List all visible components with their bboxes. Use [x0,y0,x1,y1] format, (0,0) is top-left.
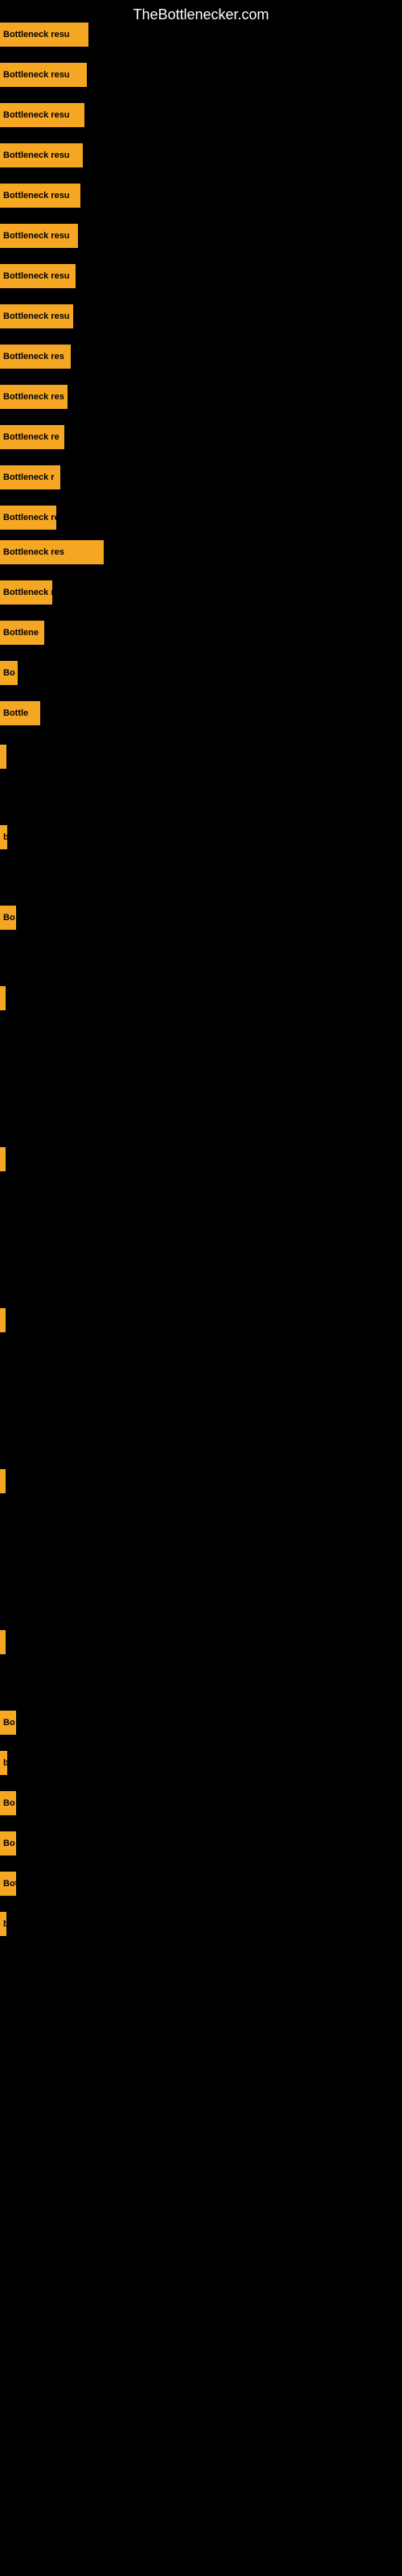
bar-item-25 [0,1630,6,1654]
bar-label-28: Bo [3,1798,15,1808]
bar-item-5: Bottleneck resu [0,224,78,248]
bar-item-10: Bottleneck re [0,425,64,449]
bar-label-5: Bottleneck resu [3,231,70,241]
bar-item-13: Bottleneck res [0,540,104,564]
bar-label-29: Bo [3,1839,15,1848]
bar-item-21 [0,986,6,1010]
bar-item-8: Bottleneck res [0,345,71,369]
bar-item-4: Bottleneck resu [0,184,80,208]
bar-label-6: Bottleneck resu [3,271,70,281]
bar-item-30: Bot [0,1872,16,1896]
bar-item-27: b [0,1751,7,1775]
bar-label-26: Bo [3,1718,15,1728]
bar-label-27: b [3,1758,7,1768]
bar-item-16: Bo [0,661,18,685]
bar-label-14: Bottleneck n [3,588,52,597]
bar-item-0: Bottleneck resu [0,23,88,47]
bar-label-30: Bot [3,1879,16,1889]
bar-item-19: b [0,825,7,849]
bar-item-17: Bottle [0,701,40,725]
bar-label-9: Bottleneck res [3,392,64,402]
bar-item-29: Bo [0,1831,16,1856]
bar-label-19: b [3,832,7,842]
bar-item-12: Bottleneck re [0,506,56,530]
bar-item-11: Bottleneck r [0,465,60,489]
bar-item-31: b [0,1912,6,1936]
bar-item-14: Bottleneck n [0,580,52,605]
bar-label-15: Bottlene [3,628,39,638]
bar-item-6: Bottleneck resu [0,264,76,288]
bar-item-20: Bo [0,906,16,930]
bar-label-12: Bottleneck re [3,513,56,522]
bar-label-13: Bottleneck res [3,547,64,557]
bar-label-10: Bottleneck re [3,432,59,442]
bar-item-22 [0,1147,6,1171]
bar-label-17: Bottle [3,708,28,718]
bar-label-7: Bottleneck resu [3,312,70,321]
bar-item-24 [0,1469,6,1493]
bar-label-4: Bottleneck resu [3,191,70,200]
bar-item-28: Bo [0,1791,16,1815]
bar-item-18 [0,745,6,769]
bar-item-7: Bottleneck resu [0,304,73,328]
bar-item-15: Bottlene [0,621,44,645]
bar-item-23 [0,1308,6,1332]
bar-item-26: Bo [0,1711,16,1735]
bar-item-9: Bottleneck res [0,385,68,409]
bar-label-2: Bottleneck resu [3,110,70,120]
bar-label-20: Bo [3,913,15,923]
bar-item-3: Bottleneck resu [0,143,83,167]
bar-item-2: Bottleneck resu [0,103,84,127]
bar-label-1: Bottleneck resu [3,70,70,80]
bar-label-3: Bottleneck resu [3,151,70,160]
bar-label-11: Bottleneck r [3,473,55,482]
bar-label-16: Bo [3,668,15,678]
bar-label-8: Bottleneck res [3,352,64,361]
bar-label-31: b [3,1919,6,1929]
bar-label-0: Bottleneck resu [3,30,70,39]
bar-item-1: Bottleneck resu [0,63,87,87]
